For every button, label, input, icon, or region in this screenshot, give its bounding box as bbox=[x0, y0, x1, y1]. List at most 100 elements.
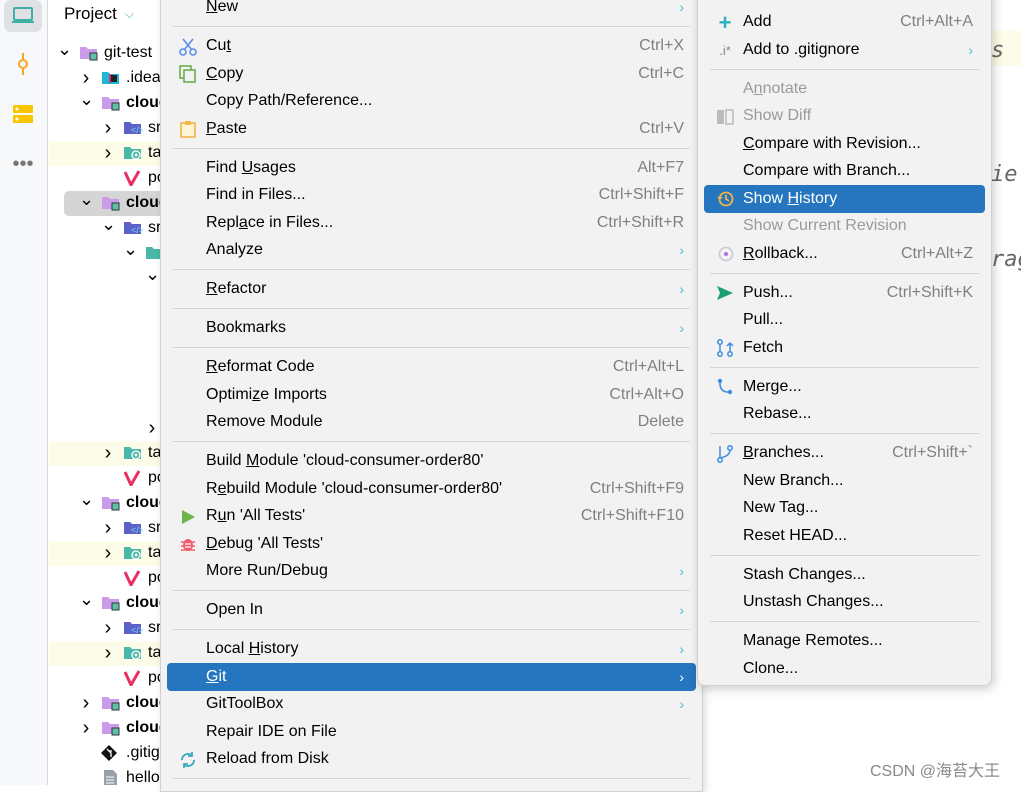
menu-item-add[interactable]: + Add Ctrl+Alt+A bbox=[704, 9, 985, 37]
tree-node[interactable]: ⌄ cloud bbox=[49, 89, 164, 116]
menu-item-compare-with-branch[interactable]: Compare with Branch... bbox=[704, 158, 985, 186]
menu-item-show-history[interactable]: Show History bbox=[704, 185, 985, 213]
menu-item-reformat-code[interactable]: Reformat Code Ctrl+Alt+L bbox=[167, 354, 696, 382]
tree-node[interactable]: ⌄ git-test bbox=[49, 39, 164, 66]
tree-node[interactable]: hello bbox=[49, 766, 164, 785]
menu-item-fetch[interactable]: Fetch bbox=[704, 334, 985, 362]
menu-item-paste[interactable]: Paste Ctrl+V bbox=[167, 115, 696, 143]
tree-node[interactable]: ›target bbox=[49, 140, 164, 166]
menu-item-item[interactable] bbox=[704, 0, 985, 9]
menu-item-find-usages[interactable]: Find Usages Alt+F7 bbox=[167, 154, 696, 182]
menu-item-run-all-tests[interactable]: Run 'All Tests' Ctrl+Shift+F10 bbox=[167, 503, 696, 531]
chevron-right-icon[interactable]: › bbox=[79, 67, 93, 90]
tree-node[interactable]: ⌄ cloud bbox=[49, 189, 164, 216]
chevron-right-icon[interactable]: › bbox=[101, 142, 115, 165]
menu-item-refactor[interactable]: Refactor › bbox=[167, 276, 696, 304]
menu-item-copy[interactable]: Copy Ctrl+C bbox=[167, 60, 696, 88]
chevron-right-icon[interactable]: › bbox=[101, 642, 115, 665]
chevron-right-icon[interactable]: › bbox=[79, 692, 93, 715]
tree-node[interactable]: pom.xml bbox=[49, 566, 164, 591]
menu-item-new-branch[interactable]: New Branch... bbox=[704, 467, 985, 495]
menu-item-reload-from-disk[interactable]: Reload from Disk bbox=[167, 746, 696, 774]
tree-node[interactable] bbox=[49, 316, 164, 341]
menu-item-branches[interactable]: Branches... Ctrl+Shift+` bbox=[704, 440, 985, 468]
tree-node[interactable]: › cloud bbox=[49, 691, 164, 716]
menu-item-cut[interactable]: Cut Ctrl+X bbox=[167, 33, 696, 61]
menu-item-add-to-gitignore[interactable]: .i* Add to .gitignore › bbox=[704, 36, 985, 64]
menu-item-new[interactable]: New › bbox=[167, 0, 696, 21]
menu-item-manage-remotes[interactable]: Manage Remotes... bbox=[704, 628, 985, 656]
chevron-right-icon[interactable]: › bbox=[101, 517, 115, 540]
menu-item-build-module-cloud-consumer-order80[interactable]: Build Module 'cloud-consumer-order80' bbox=[167, 448, 696, 476]
menu-item-more-run-debug[interactable]: More Run/Debug › bbox=[167, 558, 696, 586]
menu-item-reset-head[interactable]: Reset HEAD... bbox=[704, 522, 985, 550]
menu-item-gittoolbox[interactable]: GitToolBox › bbox=[167, 691, 696, 719]
chevron-right-icon[interactable]: › bbox=[101, 617, 115, 640]
tree-node[interactable]: ›target bbox=[49, 540, 164, 566]
tree-node[interactable] bbox=[49, 366, 164, 391]
menu-item-push[interactable]: Push... Ctrl+Shift+K bbox=[704, 279, 985, 307]
menu-item-find-in-files[interactable]: Find in Files... Ctrl+Shift+F bbox=[167, 182, 696, 210]
menu-item-analyze[interactable]: Analyze › bbox=[167, 237, 696, 265]
tree-node[interactable]: ›</>src bbox=[49, 616, 164, 641]
tree-node[interactable]: › .idea bbox=[49, 66, 164, 91]
more-tools-button[interactable]: ••• bbox=[4, 148, 42, 180]
menu-item-pull[interactable]: Pull... bbox=[704, 307, 985, 335]
menu-item-repair-ide-on-file[interactable]: Repair IDE on File bbox=[167, 718, 696, 746]
tree-node[interactable]: ⌄ bbox=[49, 264, 164, 291]
menu-item-open-in[interactable]: Open In › bbox=[167, 597, 696, 625]
menu-item-clone[interactable]: Clone... bbox=[704, 655, 985, 683]
tree-node[interactable] bbox=[49, 391, 164, 416]
tree-node[interactable]: pom.xml bbox=[49, 666, 164, 691]
menu-item-optimize-imports[interactable]: Optimize Imports Ctrl+Alt+O bbox=[167, 381, 696, 409]
services-tool-button[interactable] bbox=[4, 98, 42, 130]
chevron-down-icon[interactable]: ⌄ bbox=[145, 264, 160, 285]
menu-item-bookmarks[interactable]: Bookmarks › bbox=[167, 315, 696, 343]
menu-item-replace-in-files[interactable]: Replace in Files... Ctrl+Shift+R bbox=[167, 209, 696, 237]
chevron-right-icon[interactable]: › bbox=[145, 417, 159, 440]
chevron-down-icon[interactable]: ⌄ bbox=[79, 89, 94, 110]
menu-item-merge[interactable]: Merge... bbox=[704, 373, 985, 401]
chevron-right-icon[interactable]: › bbox=[101, 442, 115, 465]
tree-node[interactable]: ⌄</>src bbox=[49, 214, 164, 241]
tree-node[interactable]: ›target bbox=[49, 440, 164, 466]
menu-item-rollback[interactable]: Rollback... Ctrl+Alt+Z bbox=[704, 240, 985, 268]
menu-item-remove-module[interactable]: Remove Module Delete bbox=[167, 409, 696, 437]
chevron-down-icon[interactable]: ⌄ bbox=[79, 489, 94, 510]
tree-node[interactable]: ›</>src bbox=[49, 116, 164, 141]
project-panel-title[interactable]: Project ⌵ bbox=[64, 4, 134, 24]
menu-item-rebase[interactable]: Rebase... bbox=[704, 401, 985, 429]
tree-node[interactable]: pom.xml bbox=[49, 166, 164, 191]
tree-node[interactable]: ⌄ bbox=[49, 239, 164, 266]
menu-item-compare-with-revision[interactable]: Compare with Revision... bbox=[704, 130, 985, 158]
tree-node[interactable]: ›target bbox=[49, 640, 164, 666]
menu-item-local-history[interactable]: Local History › bbox=[167, 636, 696, 664]
chevron-down-icon[interactable]: ⌄ bbox=[123, 239, 138, 260]
chevron-down-icon[interactable]: ⌄ bbox=[79, 589, 94, 610]
chevron-down-icon[interactable]: ⌄ bbox=[101, 214, 116, 235]
menu-item-stash-changes[interactable]: Stash Changes... bbox=[704, 561, 985, 589]
menu-item-unstash-changes[interactable]: Unstash Changes... bbox=[704, 589, 985, 617]
tree-node[interactable]: .gitignore bbox=[49, 741, 164, 766]
tree-node[interactable]: ⌄ cloud bbox=[49, 489, 164, 516]
menu-item-new-tag[interactable]: New Tag... bbox=[704, 495, 985, 523]
menu-item-label: Refactor bbox=[206, 280, 267, 298]
chevron-down-icon[interactable]: ⌄ bbox=[57, 39, 72, 60]
chevron-right-icon[interactable]: › bbox=[101, 542, 115, 565]
menu-item-debug-all-tests[interactable]: Debug 'All Tests' bbox=[167, 530, 696, 558]
tree-node[interactable]: › bbox=[49, 416, 164, 441]
commit-tool-button[interactable] bbox=[4, 48, 42, 80]
chevron-right-icon[interactable]: › bbox=[101, 117, 115, 140]
tree-node[interactable]: ›</>src bbox=[49, 516, 164, 541]
chevron-right-icon[interactable]: › bbox=[79, 717, 93, 740]
tree-node[interactable]: pom.xml bbox=[49, 466, 164, 491]
tree-node[interactable] bbox=[49, 291, 164, 316]
tree-node[interactable] bbox=[49, 341, 164, 366]
chevron-down-icon[interactable]: ⌄ bbox=[79, 189, 94, 210]
menu-item-git[interactable]: Git › bbox=[167, 663, 696, 691]
menu-item-copy-path-reference[interactable]: Copy Path/Reference... bbox=[167, 88, 696, 116]
tree-node[interactable]: › cloud bbox=[49, 716, 164, 741]
project-tool-button[interactable] bbox=[4, 0, 42, 32]
menu-item-rebuild-module-cloud-consumer-order80[interactable]: Rebuild Module 'cloud-consumer-order80' C… bbox=[167, 475, 696, 503]
tree-node[interactable]: ⌄ cloud bbox=[49, 589, 164, 616]
